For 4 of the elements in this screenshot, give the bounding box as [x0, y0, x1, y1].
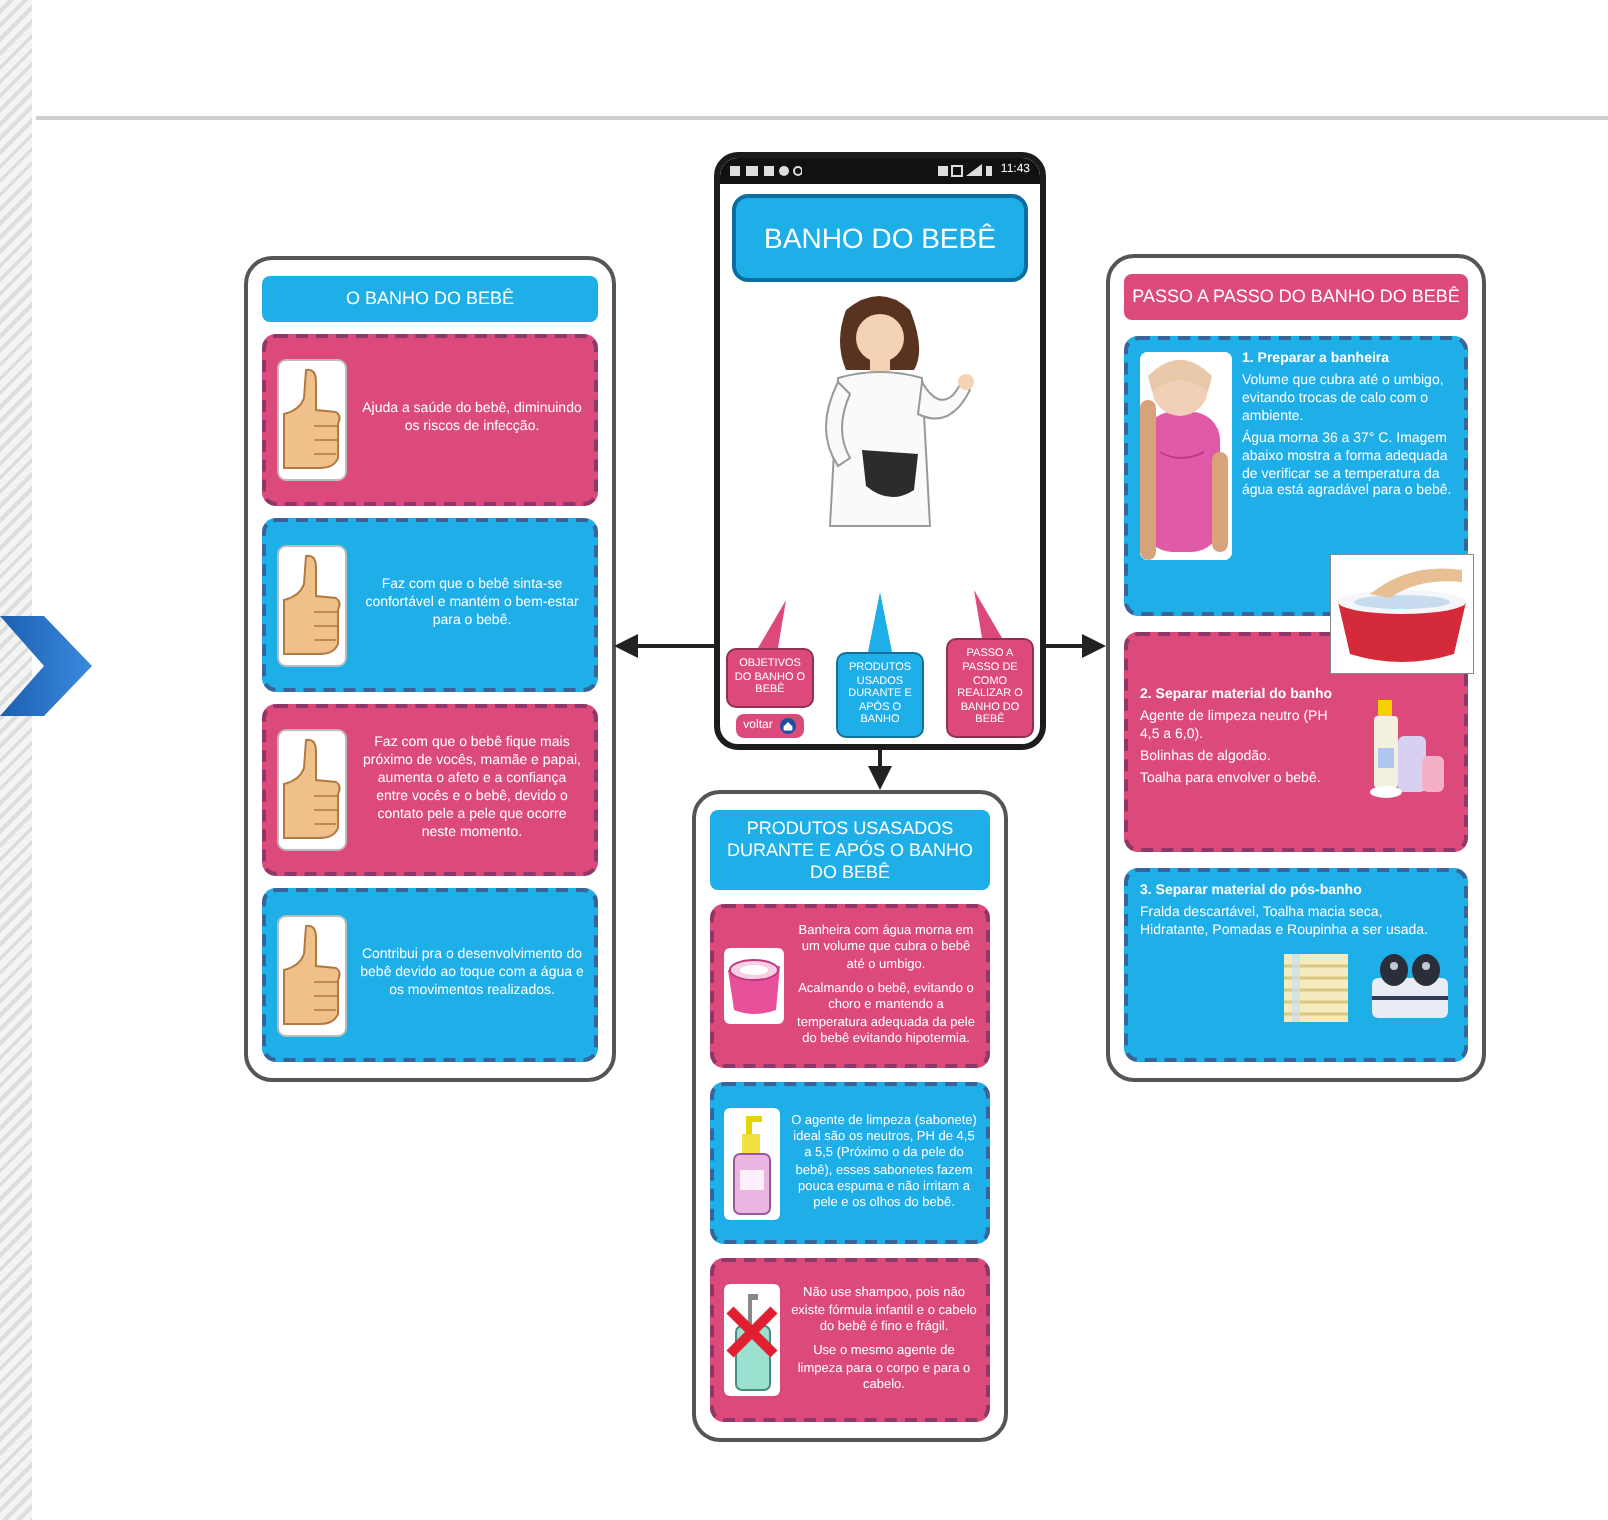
panel-title: PRODUTOS USASADOS DURANTE E APÓS O BANHO DO BEBÊ	[710, 810, 990, 891]
panel-title: PASSO A PASSO DO BANHO DO BEBÊ	[1124, 274, 1468, 320]
panel-title: O BANHO DO BEBÊ	[262, 276, 598, 322]
app-title: BANHO DO BEBÊ	[732, 194, 1028, 282]
